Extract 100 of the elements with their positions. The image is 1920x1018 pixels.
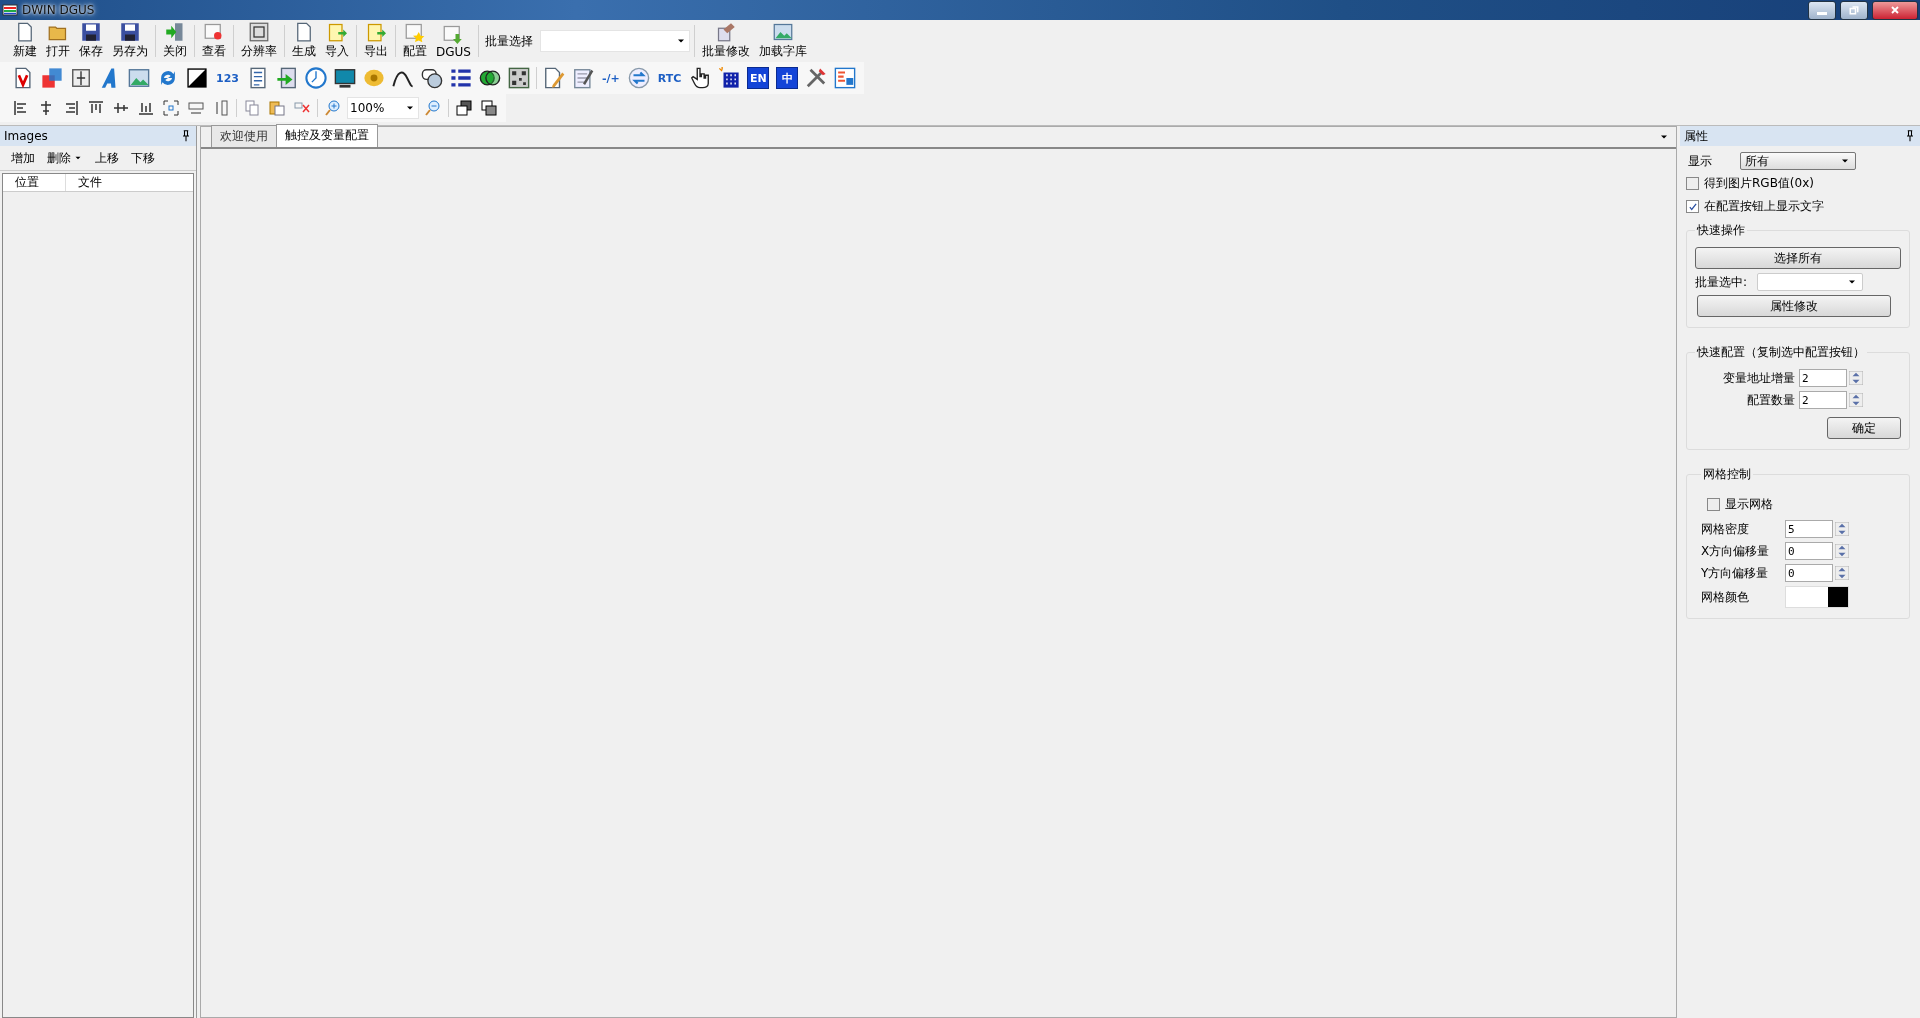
pin-icon <box>180 130 192 142</box>
disc-icon <box>362 67 385 89</box>
number-field[interactable]: 0 <box>1785 564 1833 582</box>
picture-icon <box>772 22 793 42</box>
speech-shapes-icon <box>420 67 443 89</box>
overlapping-squares-icon <box>41 67 63 89</box>
minimize-icon <box>1817 12 1827 15</box>
diagonal-split-square-icon <box>186 67 208 89</box>
document-v-icon <box>12 67 34 89</box>
spin-button[interactable] <box>1835 566 1849 580</box>
center-both-icon <box>163 100 179 116</box>
save-button[interactable]: 保存 <box>76 21 106 61</box>
checkbox-label: 得到图片RGB值(0x) <box>1704 175 1814 192</box>
copy-icon <box>244 100 260 116</box>
toolbar-button[interactable]: 上移 <box>90 149 124 167</box>
toolbar-button[interactable]: -/+ <box>598 65 623 91</box>
field-label: 批量选中: <box>1695 273 1748 291</box>
spin-arrows-icon <box>1835 544 1849 558</box>
field-label: X方向偏移量 <box>1701 542 1771 560</box>
restore-icon <box>1848 4 1860 16</box>
display-dropdown[interactable]: 所有 <box>1740 152 1856 170</box>
import-button[interactable]: 导入 <box>322 21 352 61</box>
document-pencil-icon <box>542 67 565 89</box>
close-button[interactable]: 关闭 <box>160 21 190 61</box>
field-label: 变量地址增量 <box>1722 369 1795 387</box>
toolbar-button[interactable]: 中 <box>776 67 799 89</box>
field-label: 显示 <box>1688 152 1713 170</box>
door-arrow-icon <box>165 22 185 42</box>
layout-icon <box>834 67 857 89</box>
tab[interactable]: 欢迎使用 <box>211 125 277 147</box>
open-button[interactable]: 打开 <box>43 21 73 61</box>
pin-icon <box>1904 130 1916 142</box>
toolbar-button[interactable]: EN <box>747 67 770 89</box>
number-field[interactable]: 2 <box>1799 369 1847 387</box>
toolbar-button[interactable] <box>184 65 210 91</box>
save-as-button[interactable]: 另存为 <box>109 21 151 61</box>
align-right-icon <box>63 100 79 116</box>
group-title: 快速配置（复制选中配置按钮） <box>1696 344 1866 361</box>
number-field[interactable]: 5 <box>1785 520 1833 538</box>
grid-icon <box>718 67 741 89</box>
distribute-horizontal-icon <box>188 100 204 116</box>
spin-button[interactable] <box>1849 371 1863 385</box>
checkbox[interactable] <box>1707 498 1720 511</box>
clock-icon <box>304 67 327 89</box>
modify-button[interactable]: 属性修改 <box>1697 295 1891 317</box>
spin-arrows-icon <box>1835 566 1849 580</box>
batch-edit-button[interactable]: 批量修改 <box>698 21 753 61</box>
color-field[interactable] <box>1785 586 1849 608</box>
bring-forward-icon <box>456 100 472 116</box>
align-left-icon <box>13 100 29 116</box>
slider-box-icon <box>70 67 92 89</box>
tab[interactable]: 触控及变量配置 <box>276 124 378 147</box>
align-middle-icon <box>113 100 129 116</box>
restore-button[interactable] <box>1840 0 1868 20</box>
align-bottom-icon <box>138 100 154 116</box>
load-font-button[interactable]: 加载字库 <box>755 21 810 61</box>
new-button[interactable]: 新建 <box>10 21 40 61</box>
generate-button[interactable]: 生成 <box>289 21 319 61</box>
close-icon <box>1889 4 1901 16</box>
toolbar-button[interactable]: 下移 <box>126 149 160 167</box>
column-header[interactable]: 文件 <box>66 174 110 191</box>
toolbar-button[interactable]: 增加 <box>6 149 40 167</box>
spin-button[interactable] <box>1835 522 1849 536</box>
clipboard-arrow-icon <box>327 22 347 42</box>
checkbox[interactable] <box>1686 177 1699 190</box>
confirm-button[interactable]: 确定 <box>1827 417 1901 439</box>
spin-button[interactable] <box>1849 393 1863 407</box>
view-button[interactable]: 查看 <box>199 21 229 61</box>
field-label: 网格密度 <box>1701 520 1750 538</box>
column-header[interactable]: 位置 <box>3 174 66 191</box>
toolbar-button[interactable]: 删除 <box>42 149 88 167</box>
number-field[interactable]: 0 <box>1785 542 1833 560</box>
toolbar-button[interactable]: RTC <box>654 65 685 91</box>
minimize-button[interactable] <box>1808 0 1836 20</box>
pin-button[interactable] <box>1904 130 1916 142</box>
group-title: 快速操作 <box>1696 222 1746 239</box>
checkbox-label: 显示网格 <box>1725 496 1773 513</box>
checkbox[interactable] <box>1686 200 1699 213</box>
align-top-icon <box>88 100 104 116</box>
close-button[interactable] <box>1872 0 1918 20</box>
pin-button[interactable] <box>180 130 192 142</box>
document-icon <box>15 22 35 42</box>
dgus-button[interactable]: DGUS <box>433 22 474 60</box>
configure-button[interactable]: 配置 <box>400 21 430 61</box>
number-field[interactable]: 2 <box>1799 391 1847 409</box>
spin-arrows-icon <box>1835 522 1849 536</box>
document-arrow-icon <box>275 67 298 89</box>
frame-icon <box>249 22 269 42</box>
batch-select-label: 批量选择 <box>484 32 533 50</box>
document-icon <box>294 22 314 42</box>
spin-button[interactable] <box>1835 544 1849 558</box>
toolbar-button[interactable]: 123 <box>213 65 242 91</box>
select-all-button[interactable]: 选择所有 <box>1695 247 1901 269</box>
hand-pointer-icon <box>689 67 712 89</box>
zoom-dropdown[interactable]: 100% <box>347 97 419 119</box>
notepad-pencil-icon <box>571 67 594 89</box>
qr-code-icon <box>507 67 530 89</box>
monitor-icon <box>333 67 356 89</box>
resolution-button[interactable]: 分辨率 <box>238 21 280 61</box>
export-button[interactable]: 导出 <box>361 21 391 61</box>
